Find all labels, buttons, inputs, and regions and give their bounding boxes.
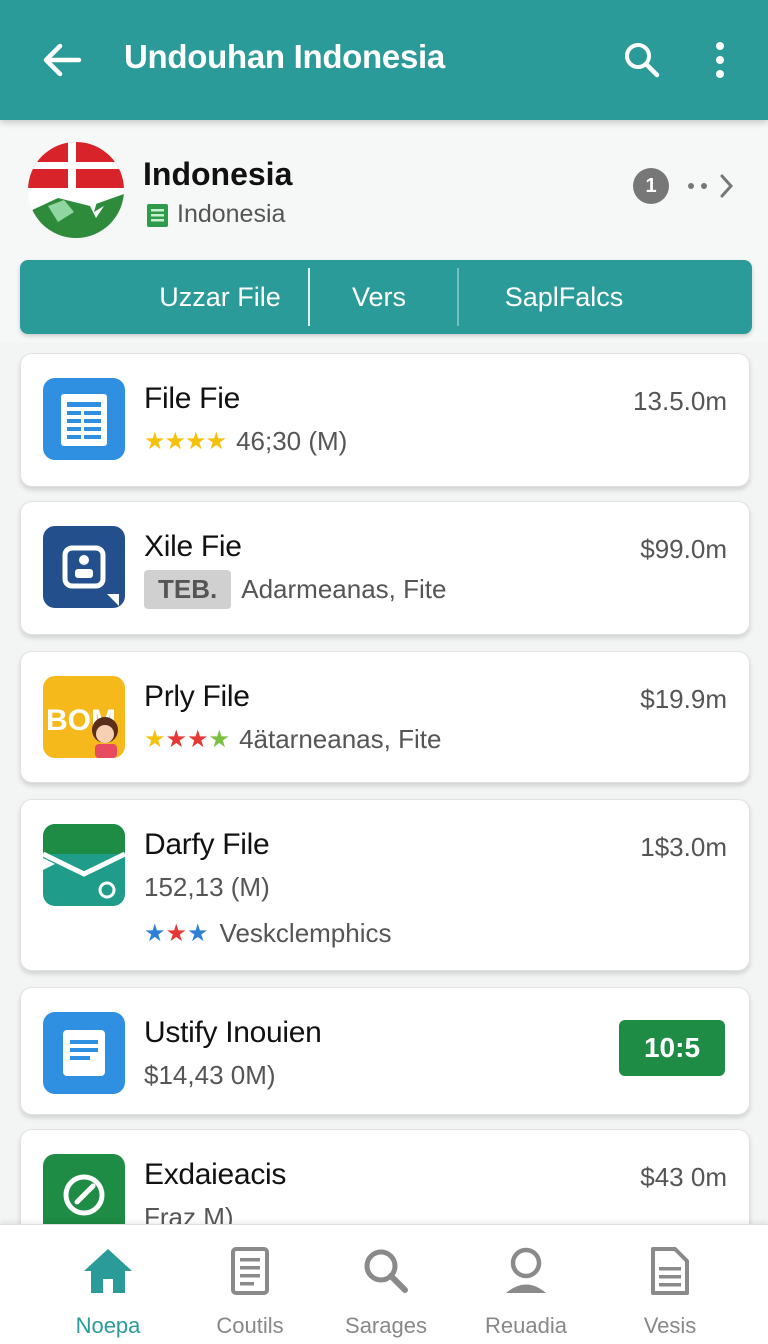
nav-label: Noepa — [75, 1313, 141, 1338]
item-meta: 46;30 (M) — [236, 426, 348, 456]
document-icon — [147, 203, 168, 227]
item-meta: 4ätarneanas, Fite — [239, 724, 442, 754]
list-item[interactable]: Ustify Inouien $14,43 0M) 10:5 — [20, 987, 750, 1115]
search-icon — [358, 1243, 414, 1299]
document-icon — [222, 1243, 278, 1299]
nav-label: Vesis — [643, 1313, 697, 1338]
item-price: $99.0m — [640, 534, 727, 564]
user-icon — [498, 1243, 554, 1299]
item-price: $43 0m — [640, 1162, 727, 1192]
item-price: 1$3.0m — [640, 832, 727, 862]
item-meta: Adarmeanas, Fite — [241, 574, 447, 604]
file-icon — [642, 1243, 698, 1299]
list-item[interactable]: File Fie ★★★★ 46;30 (M) 13.5.0m — [20, 353, 750, 487]
list-item[interactable]: Xile Fie TEB. Adarmeanas, Fite $99.0m — [20, 501, 750, 635]
item-name: Prly File — [144, 680, 250, 713]
item-meta-row-2: ★ ★ ★ Veskclemphics — [144, 918, 392, 949]
mail-app-icon — [43, 824, 125, 906]
nav-label: Reuadia — [485, 1313, 567, 1338]
list-item[interactable]: Darfy File 152,13 (M) ★ ★ ★ Veskclemphics … — [20, 799, 750, 971]
bom-app-icon: BOM — [43, 676, 125, 758]
rating-stars: ★ ★ ★ — [144, 920, 209, 947]
item-price: $19.9m — [640, 684, 727, 714]
nav-item-vesis[interactable]: Vesis — [600, 1225, 740, 1344]
item-meta-2: Veskclemphics — [219, 918, 392, 948]
nav-label: Coutils — [216, 1313, 284, 1338]
tab-divider — [457, 268, 459, 326]
nav-label: Sarages — [345, 1313, 427, 1338]
item-name: Exdaieacis — [144, 1158, 287, 1191]
indonesia-flag-logo — [28, 142, 124, 238]
app-title: Undouhan Indonesia — [124, 38, 445, 75]
contact-app-icon — [43, 526, 125, 608]
item-meta: 152,13 (M) — [144, 872, 270, 902]
item-name: Ustify Inouien — [144, 1016, 322, 1049]
nav-item-sarages[interactable]: Sarages — [316, 1225, 456, 1344]
tab-vers[interactable]: Vers — [320, 260, 438, 334]
item-meta-row: 152,13 (M) — [144, 872, 270, 903]
item-meta-row: TEB. Adarmeanas, Fite — [144, 570, 446, 609]
search-icon[interactable] — [618, 36, 666, 84]
item-tag: TEB. — [144, 570, 232, 609]
header-title: Indonesia — [143, 156, 293, 192]
nav-item-coutils[interactable]: Coutils — [180, 1225, 320, 1344]
notification-badge[interactable]: 1 — [633, 168, 669, 204]
item-meta-row: ★★★★ 46;30 (M) — [144, 426, 347, 457]
nav-item-reuadia[interactable]: Reuadia — [456, 1225, 596, 1344]
item-name: File Fie — [144, 382, 240, 415]
back-arrow-icon[interactable] — [38, 36, 86, 84]
document-app-icon — [43, 1012, 125, 1094]
item-action-button[interactable]: 10:5 — [619, 1020, 725, 1076]
item-meta: $14,43 0M) — [144, 1060, 276, 1090]
list-item[interactable]: BOM Prly File ★ ★ ★ ★ 4ätarneanas, Fite $19… — [20, 651, 750, 783]
header-more-chevron-icon[interactable] — [686, 168, 738, 204]
tab-uzzar-file[interactable]: Uzzar File — [130, 260, 310, 334]
item-name: Xile Fie — [144, 530, 242, 563]
app-bar: Undouhan Indonesia — [0, 0, 768, 120]
tab-bar: Uzzar File Vers SaplFalcs — [20, 260, 752, 334]
tab-saplfalcs[interactable]: SaplFalcs — [480, 260, 648, 334]
rating-stars: ★★★★ — [144, 726, 230, 753]
bottom-navigation: Noepa Coutils Sarages Reuadia Vesis — [0, 1224, 768, 1344]
spreadsheet-app-icon — [43, 378, 125, 460]
header-subtitle-text: Indonesia — [177, 200, 286, 228]
tab-divider — [308, 268, 310, 326]
item-price: 13.5.0m — [633, 386, 727, 416]
header-section: Indonesia Indonesia 1 Uzzar File Vers Sa… — [0, 120, 768, 342]
home-icon — [80, 1243, 136, 1299]
rating-stars: ★★★★ — [144, 428, 227, 455]
header-subtitle: Indonesia — [145, 200, 285, 229]
more-vertical-icon[interactable] — [700, 36, 740, 84]
item-meta-row: $14,43 0M) — [144, 1060, 276, 1091]
item-name: Darfy File — [144, 828, 270, 861]
nav-item-home[interactable]: Noepa — [38, 1225, 178, 1344]
item-meta-row: ★ ★ ★ ★ 4ätarneanas, Fite — [144, 724, 441, 755]
